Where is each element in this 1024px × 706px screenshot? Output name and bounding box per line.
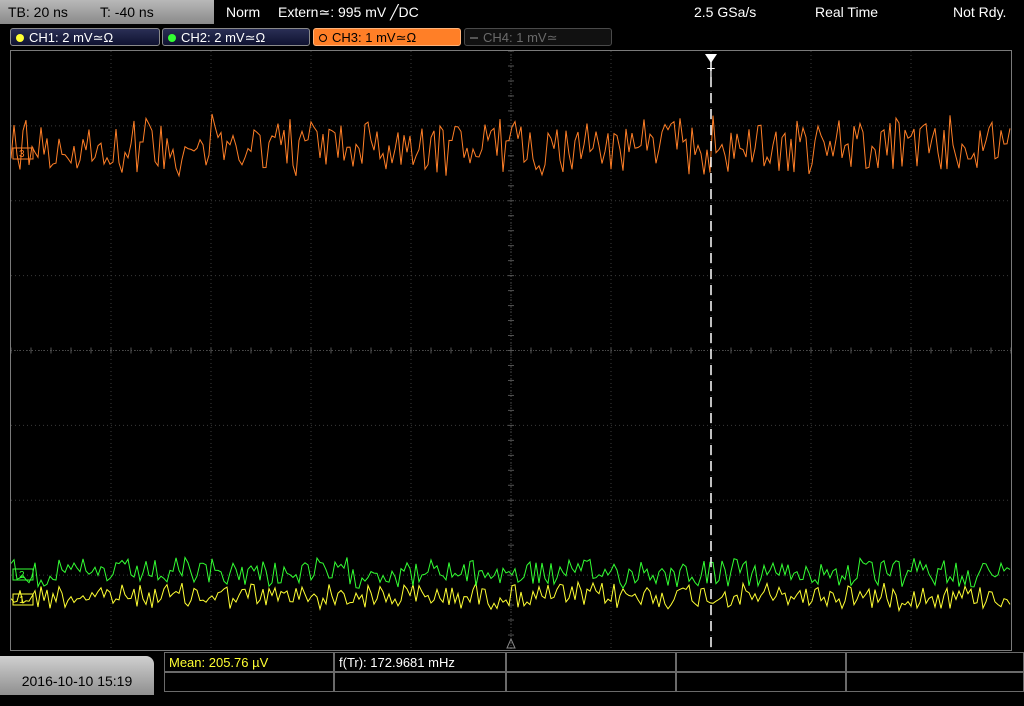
measurement-slot-7[interactable] [334,672,506,692]
channel-1-marker-label: 1 [19,595,25,606]
channel-2-dot-icon [168,34,176,42]
date-time-box: 2016-10-10 15:19 [0,656,154,695]
measurement-slot-8[interactable] [506,672,676,692]
channel-1-tab[interactable]: CH1: 2 mV≃Ω [10,28,160,46]
acquisition-status: Not Rdy. [953,4,1007,20]
frequency-measurement[interactable]: f(Tr): 172.9681 mHz [334,652,506,672]
measurement-slot-9[interactable] [676,672,846,692]
channel-3-marker-label: 3 [19,149,25,160]
channel-4-dot-icon [470,37,478,39]
waveform-traces [10,113,1011,613]
trigger-time-value: T: -40 ns [100,4,154,20]
waveform-svg: T 3 2 1 [10,50,1012,650]
channel-4-label: CH4: 1 mV≃ [483,30,558,45]
channel-2-label: CH2: 2 mV≃Ω [181,30,266,45]
channel-3-label: CH3: 1 mV≃Ω [332,30,417,45]
top-status-bar: TB: 20 ns T: -40 ns Norm Extern≃: 995 mV… [0,0,1024,24]
measurement-panel[interactable]: Mean: 205.76 µV f(Tr): 172.9681 mHz [164,652,1024,695]
trigger-marker-label: T [707,65,715,80]
mean-measurement[interactable]: Mean: 205.76 µV [164,652,334,672]
trigger-position-icon[interactable] [705,54,717,63]
trigger-mode[interactable]: Norm [226,0,260,24]
timebase-box[interactable]: TB: 20 ns T: -40 ns [0,0,214,24]
channel-4-tab[interactable]: CH4: 1 mV≃ [464,28,612,46]
acquisition-mode: Real Time [815,4,879,20]
channel-2-marker-label: 2 [19,570,25,581]
channel-1-dot-icon [16,34,24,42]
channel-3-dot-icon [319,34,327,42]
measurement-slot-4[interactable] [676,652,846,672]
waveform-display[interactable]: T 3 2 1 [10,50,1012,651]
channel-3-tab[interactable]: CH3: 1 mV≃Ω [313,28,461,46]
measurement-slot-5[interactable] [846,652,1024,672]
date-time: 2016-10-10 15:19 [21,673,133,689]
trigger-source[interactable]: Extern≃: 995 mV ╱DC [278,0,419,24]
timebase-value: TB: 20 ns [8,4,68,20]
sample-rate: 2.5 GSa/s [694,4,757,20]
measurement-slot-10[interactable] [846,672,1024,692]
measurement-slot-3[interactable] [506,652,676,672]
channel-2-tab[interactable]: CH2: 2 mV≃Ω [162,28,310,46]
measurement-slot-6[interactable] [164,672,334,692]
channel-1-label: CH1: 2 mV≃Ω [29,30,114,45]
channel-bar: CH1: 2 mV≃Ω CH2: 2 mV≃Ω CH3: 1 mV≃Ω CH4:… [0,25,1024,49]
